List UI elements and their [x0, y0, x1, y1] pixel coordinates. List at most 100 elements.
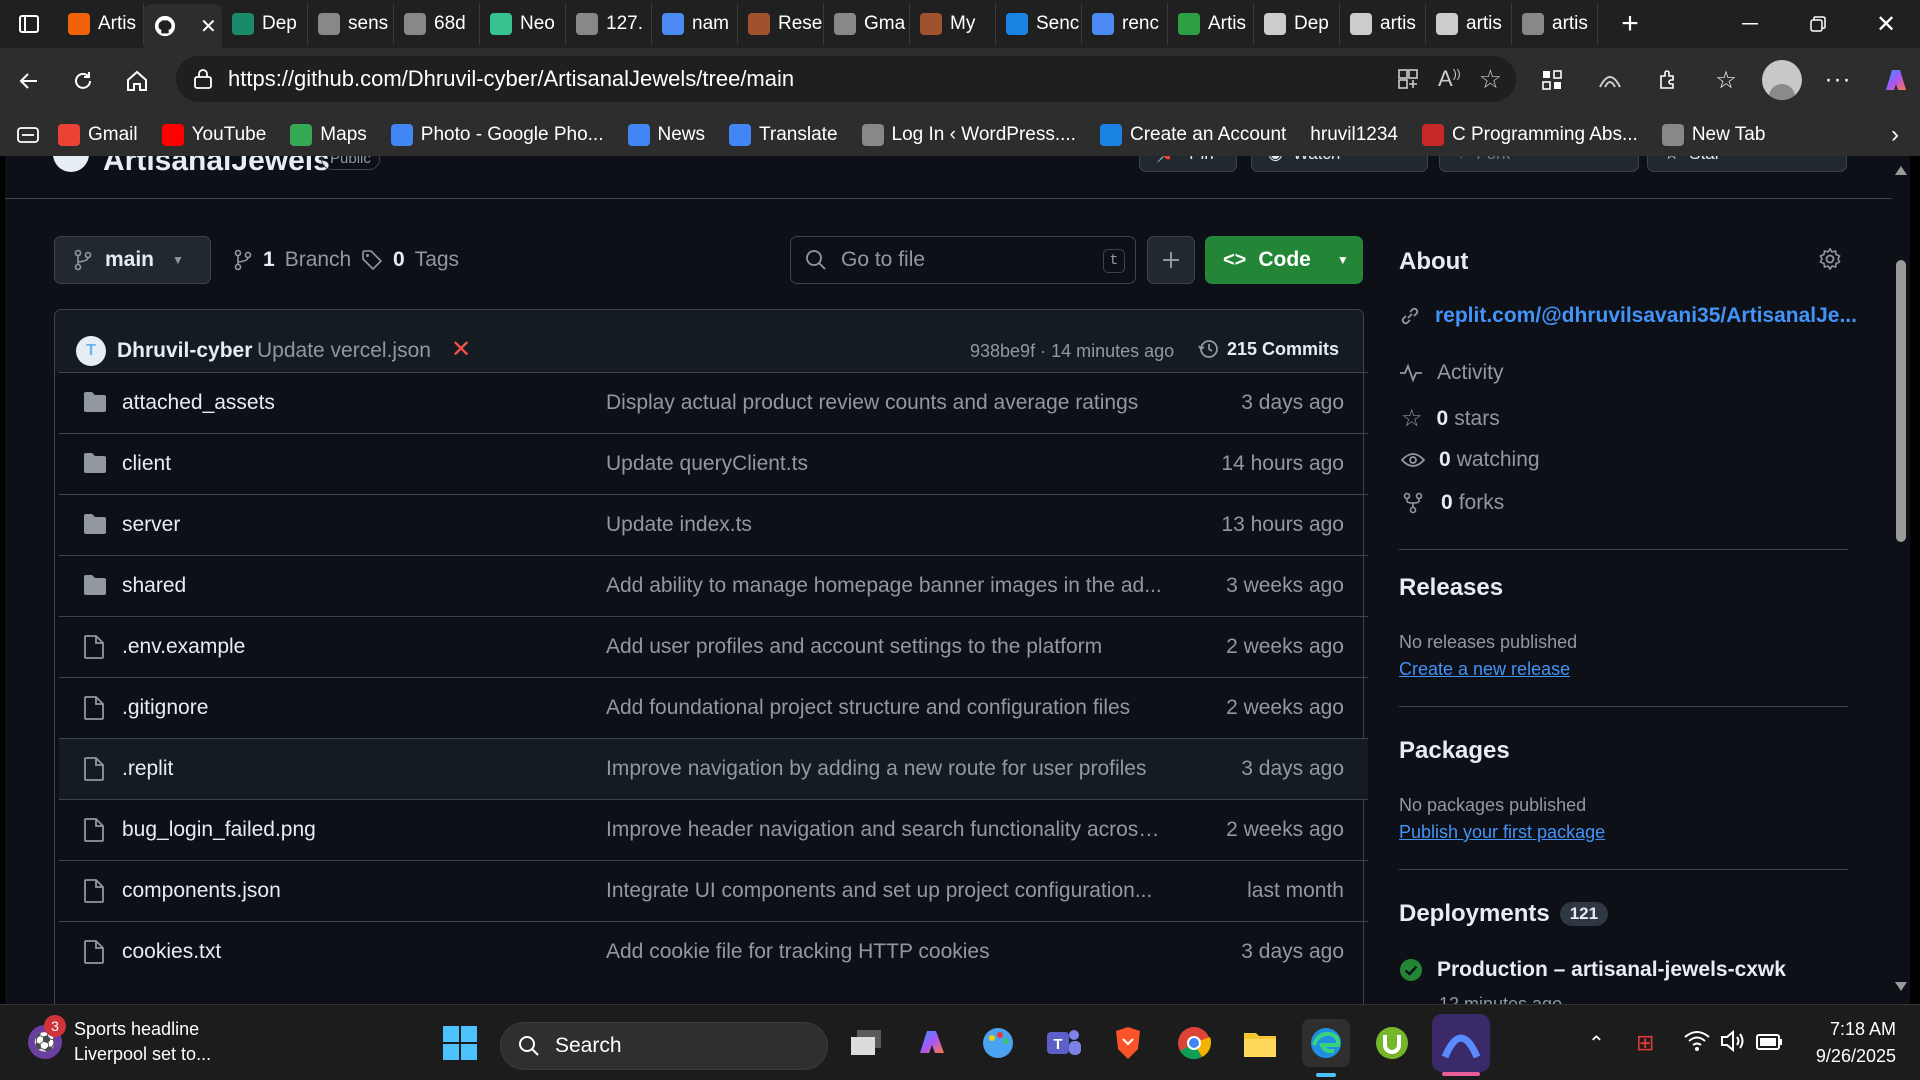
browser-tab[interactable]: artis	[1512, 4, 1598, 44]
deployment-item[interactable]: Production – artisanal-jewels-cxwk	[1399, 958, 1786, 982]
browser-tab[interactable]: Artis	[1168, 4, 1254, 44]
browser-tab[interactable]: Artis	[58, 4, 144, 44]
file-commit-message[interactable]: Update index.ts	[606, 513, 752, 537]
more-options-icon[interactable]: ···	[1816, 58, 1860, 102]
browser-tab[interactable]: Dep	[222, 4, 308, 44]
fork-button[interactable]: ⑂Fork	[1439, 156, 1639, 172]
copilot-icon[interactable]	[1874, 58, 1918, 102]
file-row[interactable]: client Update queryClient.ts 14 hours ago	[59, 433, 1368, 494]
browser-tab[interactable]: Senc	[996, 4, 1082, 44]
show-hidden-icons-icon[interactable]: ⌃	[1588, 1031, 1605, 1056]
new-tab-icon[interactable]: +	[1608, 0, 1652, 48]
browser-tab[interactable]: artis	[1340, 4, 1426, 44]
file-name[interactable]: attached_assets	[122, 391, 275, 415]
restore-icon[interactable]	[1784, 0, 1852, 48]
pin-button[interactable]: 📌Pin	[1139, 156, 1237, 172]
browser-tab[interactable]: Dep	[1254, 4, 1340, 44]
file-name[interactable]: bug_login_failed.png	[122, 818, 316, 842]
file-commit-message[interactable]: Display actual product review counts and…	[606, 391, 1138, 415]
favorites-icon[interactable]: ☆	[1704, 58, 1748, 102]
paint-icon[interactable]	[974, 1019, 1022, 1067]
utorrent-icon[interactable]	[1368, 1019, 1416, 1067]
create-release-link[interactable]: Create a new release	[1399, 659, 1570, 680]
homepage-link[interactable]: replit.com/@dhruvilsavani35/ArtisanalJe.…	[1399, 304, 1857, 328]
commits-link[interactable]: 215 Commits	[1197, 338, 1339, 360]
bookmark-item[interactable]: Photo - Google Pho...	[379, 124, 616, 146]
commit-hash-time[interactable]: 938be9f · 14 minutes ago	[970, 341, 1174, 362]
file-row[interactable]: .gitignore Add foundational project struc…	[59, 677, 1368, 738]
file-commit-message[interactable]: Add cookie file for tracking HTTP cookie…	[606, 940, 990, 964]
browser-tab[interactable]: 68d	[394, 4, 480, 44]
tray-app-icon[interactable]: ⊞	[1636, 1031, 1660, 1055]
battery-icon[interactable]	[1756, 1032, 1784, 1057]
file-name[interactable]: .replit	[122, 757, 173, 781]
brave-icon[interactable]	[1104, 1019, 1152, 1067]
file-row[interactable]: .replit Improve navigation by adding a ne…	[59, 738, 1368, 799]
file-commit-message[interactable]: Add foundational project structure and c…	[606, 696, 1130, 720]
file-commit-message[interactable]: Improve navigation by adding a new route…	[606, 757, 1146, 781]
refresh-icon[interactable]	[56, 54, 110, 108]
task-view-icon[interactable]	[842, 1019, 890, 1067]
forks-link[interactable]: 0 forks	[1403, 491, 1504, 515]
commit-author[interactable]: Dhruvil-cyber	[117, 339, 252, 363]
wifi-icon[interactable]	[1684, 1029, 1710, 1058]
bookmark-item[interactable]: Maps	[278, 124, 378, 146]
file-row[interactable]: bug_login_failed.png Improve header navig…	[59, 799, 1368, 860]
activity-link[interactable]: Activity	[1399, 361, 1504, 385]
page-scrollbar[interactable]	[1892, 156, 1910, 1004]
commit-message[interactable]: Update vercel.json	[257, 339, 431, 363]
read-aloud-icon[interactable]: A))	[1438, 66, 1461, 92]
file-row[interactable]: .env.example Add user profiles and accoun…	[59, 616, 1368, 677]
browser-tab[interactable]: nam	[652, 4, 738, 44]
bookmark-item[interactable]: YouTube	[150, 124, 279, 146]
bookmarks-overflow-icon[interactable]: ›	[1870, 121, 1920, 149]
file-name[interactable]: cookies.txt	[122, 940, 221, 964]
browser-tab[interactable]: artis	[1426, 4, 1512, 44]
bookmark-item[interactable]: News	[616, 124, 718, 146]
edge-icon[interactable]	[1302, 1019, 1350, 1077]
bookmark-item[interactable]: Translate	[717, 124, 850, 146]
watching-link[interactable]: 0 watching	[1401, 448, 1540, 472]
file-name[interactable]: shared	[122, 574, 186, 598]
browser-tab[interactable]: 127.	[566, 4, 652, 44]
teams-icon[interactable]: T	[1040, 1019, 1088, 1067]
scroll-up-icon[interactable]	[1895, 166, 1907, 175]
file-row[interactable]: cookies.txt Add cookie file for tracking …	[59, 921, 1368, 982]
branch-selector[interactable]: main ▼	[54, 236, 211, 284]
watch-button[interactable]: ◉Watch	[1251, 156, 1428, 172]
star-button[interactable]: ☆Star	[1647, 156, 1847, 172]
bookmark-item[interactable]: New Tab	[1650, 124, 1778, 146]
bookmark-item[interactable]: Log In ‹ WordPress....	[850, 124, 1088, 146]
chrome-icon[interactable]	[1170, 1019, 1218, 1067]
go-to-file-input[interactable]: Go to file t	[790, 236, 1136, 284]
sidebar-toggle-icon[interactable]	[10, 126, 46, 144]
bookmark-item[interactable]: C Programming Abs...	[1410, 124, 1650, 146]
code-button[interactable]: <> Code ▼	[1205, 236, 1363, 284]
file-row[interactable]: server Update index.ts 13 hours ago	[59, 494, 1368, 555]
close-window-icon[interactable]: ✕	[1852, 0, 1920, 48]
extensions-grid-icon[interactable]	[1530, 58, 1574, 102]
add-file-button[interactable]	[1147, 236, 1195, 284]
address-bar[interactable]: https://github.com/Dhruvil-cyber/Artisan…	[176, 56, 1516, 102]
news-widget[interactable]: ⚽ 3 Sports headline Liverpool set to...	[28, 1015, 211, 1065]
volume-icon[interactable]	[1720, 1029, 1746, 1058]
clock[interactable]: 7:18 AM 9/26/2025	[1800, 1019, 1896, 1067]
scroll-down-icon[interactable]	[1895, 982, 1907, 991]
file-row[interactable]: components.json Integrate UI components a…	[59, 860, 1368, 921]
file-commit-message[interactable]: Add user profiles and account settings t…	[606, 635, 1102, 659]
file-commit-message[interactable]: Integrate UI components and set up proje…	[606, 879, 1152, 903]
publish-package-link[interactable]: Publish your first package	[1399, 822, 1605, 843]
file-name[interactable]: .env.example	[122, 635, 245, 659]
deployments-title[interactable]: Deployments 121	[1399, 900, 1609, 928]
favorite-star-icon[interactable]: ☆	[1479, 64, 1502, 95]
packages-title[interactable]: Packages	[1399, 737, 1510, 765]
browser-tab[interactable]: renc	[1082, 4, 1168, 44]
branches-link[interactable]: 1 Branch	[233, 248, 351, 272]
taskbar-search[interactable]: Search	[500, 1022, 828, 1070]
commit-failed-icon[interactable]: ✕	[451, 335, 471, 364]
browser-tab[interactable]: Rese	[738, 4, 824, 44]
extensions-icon[interactable]	[1646, 58, 1690, 102]
close-tab-icon[interactable]: ✕	[200, 14, 217, 39]
bookmark-item[interactable]: Gmail	[46, 124, 150, 146]
stars-link[interactable]: ☆ 0 stars	[1401, 404, 1500, 433]
